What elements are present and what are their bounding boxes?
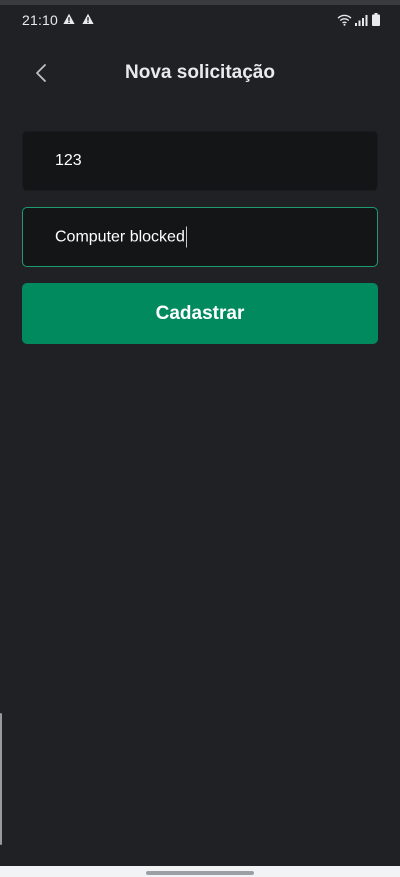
- warning-icon: [82, 13, 94, 24]
- warning-icon: [63, 13, 75, 24]
- submit-button[interactable]: Cadastrar: [22, 283, 378, 344]
- description-field-value: Computer blocked: [55, 226, 187, 248]
- status-icons: [337, 13, 380, 26]
- number-field-value: 123: [55, 152, 82, 170]
- signal-icon: [355, 14, 368, 26]
- app-header: Nova solicitação: [0, 50, 400, 96]
- description-field-text: Computer blocked: [55, 228, 185, 245]
- wifi-icon: [337, 14, 352, 26]
- battery-icon: [372, 13, 380, 26]
- edge-panel-handle[interactable]: [0, 713, 2, 845]
- navigation-bar: [0, 866, 400, 877]
- status-bar: 21:10: [0, 5, 400, 33]
- home-indicator[interactable]: [146, 871, 254, 875]
- status-time: 21:10: [22, 12, 59, 28]
- page-title: Nova solicitação: [125, 62, 275, 83]
- text-cursor: [185, 226, 187, 248]
- number-field-text: 123: [55, 152, 82, 169]
- description-field[interactable]: Computer blocked: [22, 207, 378, 267]
- number-field[interactable]: 123: [22, 131, 378, 191]
